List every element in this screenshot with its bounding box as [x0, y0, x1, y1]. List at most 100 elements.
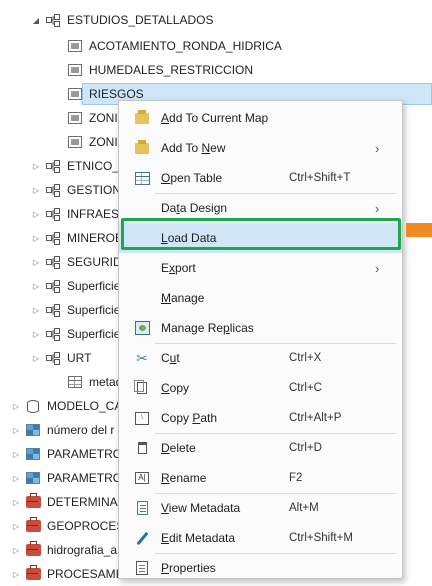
expand-arrow-icon[interactable]: ▷ [11, 402, 21, 411]
expand-arrow-icon[interactable]: ▷ [11, 498, 21, 507]
feature-dataset-icon [45, 13, 61, 27]
menu-item-delete[interactable]: Delete Ctrl+D [119, 433, 402, 463]
menu-item-shortcut: Ctrl+D [289, 442, 322, 454]
menu-item-copy[interactable]: Copy Ctrl+C [119, 373, 402, 403]
menu-item-manage-replicas[interactable]: Manage Replicas [119, 313, 402, 343]
tree-item[interactable]: HUMEDALES_RESTRICCION [0, 58, 432, 82]
add-to-new-icon [133, 139, 151, 157]
feature-class-icon [67, 63, 83, 77]
expand-arrow-icon[interactable]: ▷ [31, 162, 41, 171]
menu-item-shortcut: Ctrl+Shift+M [289, 532, 353, 544]
expand-arrow-icon[interactable]: ▷ [31, 330, 41, 339]
menu-item-shortcut: Ctrl+Alt+P [289, 412, 342, 424]
raster-icon [25, 423, 41, 437]
expand-arrow-icon[interactable]: ▷ [11, 426, 21, 435]
feature-dataset-icon [45, 231, 61, 245]
expand-arrow-icon[interactable]: ▷ [31, 354, 41, 363]
expand-arrow-icon[interactable]: ▷ [31, 186, 41, 195]
tree-item-label: HUMEDALES_RESTRICCION [89, 63, 254, 77]
chevron-right-icon: › [375, 260, 380, 276]
menu-item-shortcut: F2 [289, 472, 303, 484]
expand-arrow-icon[interactable]: ▷ [31, 234, 41, 243]
menu-item-label: Add To New [161, 141, 226, 155]
feature-dataset-icon [45, 351, 61, 365]
tree-item-label: número del r [47, 423, 115, 437]
feature-dataset-icon [45, 183, 61, 197]
tree-item[interactable]: ACOTAMIENTO_RONDA_HIDRICA [0, 34, 432, 58]
menu-item-export[interactable]: Export › [119, 253, 402, 283]
toolbox-icon [25, 493, 41, 509]
tree-item-label: MODELO_CA [47, 399, 123, 413]
expand-arrow-icon[interactable]: ▷ [11, 450, 21, 459]
menu-item-view-metadata[interactable]: View Metadata Alt+M [119, 493, 402, 523]
context-menu: Add To Current Map Add To New › Open Table C… [118, 100, 403, 579]
feature-class-icon [67, 87, 83, 101]
load-data-highlight-box [121, 218, 401, 250]
toolbox-icon [25, 517, 41, 533]
menu-item-label: Open Table [161, 171, 223, 185]
tree-item-label: Superficie [67, 327, 121, 341]
add-to-map-icon [133, 109, 151, 127]
menu-item-shortcut: Alt+M [289, 502, 319, 514]
menu-item-add-to-new[interactable]: Add To New › [119, 133, 402, 163]
properties-icon [133, 559, 151, 577]
expand-arrow-icon[interactable]: ▷ [11, 570, 21, 579]
tree-item-label: PARAMETRO [47, 471, 123, 485]
tree-item-label: PROCESAMIE [47, 567, 128, 581]
menu-item-label: Copy [161, 381, 190, 395]
expand-arrow-icon[interactable]: ▷ [11, 522, 21, 531]
tree-item-label: ACOTAMIENTO_RONDA_HIDRICA [89, 39, 282, 53]
menu-item-label: Copy Path [161, 411, 218, 425]
menu-item-copy-path[interactable]: \ Copy Path Ctrl+Alt+P [119, 403, 402, 433]
expand-arrow-icon[interactable]: ▷ [31, 210, 41, 219]
raster-icon [25, 471, 41, 485]
edit-metadata-icon [133, 529, 151, 547]
menu-item-label: Rename [161, 471, 207, 485]
copy-path-icon: \ [133, 409, 151, 427]
menu-item-rename[interactable]: A| Rename F2 [119, 463, 402, 493]
feature-dataset-icon [45, 255, 61, 269]
expand-arrow-icon[interactable]: ▷ [31, 258, 41, 267]
feature-class-icon [67, 39, 83, 53]
menu-item-label: Edit Metadata [161, 531, 236, 545]
menu-item-shortcut: Ctrl+C [289, 382, 322, 394]
feature-class-icon [67, 111, 83, 125]
toolbox-icon [25, 541, 41, 557]
menu-item-manage[interactable]: Manage [119, 283, 402, 313]
copy-icon [133, 379, 151, 397]
scissors-icon: ✂ [136, 349, 148, 366]
tree-item-label: hidrografia_a [47, 543, 118, 557]
tree-item-label: GEOPROCES [47, 519, 125, 533]
expand-arrow-icon[interactable]: ▷ [31, 282, 41, 291]
menu-item-label: Data Design [161, 201, 228, 215]
tree-item-label: URT [67, 351, 92, 365]
feature-dataset-icon [45, 327, 61, 341]
expand-arrow-icon[interactable]: ▷ [11, 474, 21, 483]
view-metadata-icon [133, 499, 151, 517]
tree-item-label: RIESGOS [89, 87, 144, 101]
open-table-icon [133, 169, 151, 187]
menu-item-properties[interactable]: Properties [119, 553, 402, 583]
chevron-right-icon: › [375, 140, 380, 156]
collapse-arrow-icon[interactable]: ◢ [31, 16, 41, 25]
feature-class-icon [67, 135, 83, 149]
toolbox-icon [25, 565, 41, 581]
expand-arrow-icon[interactable]: ▷ [31, 306, 41, 315]
tree-item-label: PARAMETRO [47, 447, 123, 461]
menu-item-open-table[interactable]: Open Table Ctrl+Shift+T [119, 163, 402, 193]
menu-item-label: Properties [161, 561, 216, 575]
menu-item-label: Add To Current Map [161, 111, 269, 125]
menu-item-label: Manage [161, 291, 205, 305]
trash-icon [133, 439, 151, 457]
table-icon [67, 375, 83, 389]
rename-icon: A| [133, 469, 151, 487]
expand-arrow-icon[interactable]: ▷ [11, 546, 21, 555]
menu-item-edit-metadata[interactable]: Edit Metadata Ctrl+Shift+M [119, 523, 402, 553]
chevron-right-icon: › [375, 200, 380, 216]
menu-item-add-to-current-map[interactable]: Add To Current Map [119, 103, 402, 133]
tree-item[interactable]: ◢ ESTUDIOS_DETALLADOS [0, 8, 432, 32]
menu-item-cut[interactable]: ✂ Cut Ctrl+X [119, 343, 402, 373]
tree-item-label: DETERMINAN [47, 495, 127, 509]
feature-dataset-icon [45, 207, 61, 221]
tree-item-label: ESTUDIOS_DETALLADOS [67, 13, 214, 27]
